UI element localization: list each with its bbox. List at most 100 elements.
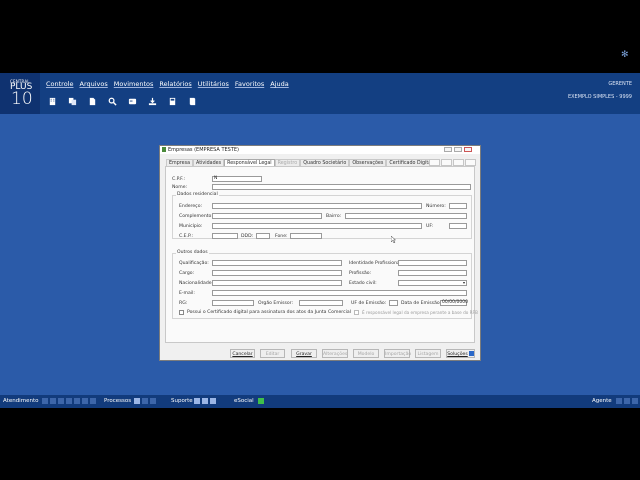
next-record-button[interactable] xyxy=(453,159,464,166)
cpf-input[interactable]: N xyxy=(212,176,262,182)
logo-line3: 10 xyxy=(11,89,33,109)
endereco-label: Endereço: xyxy=(179,204,203,209)
nacionalidade-input[interactable] xyxy=(212,280,342,286)
complemento-label: Complemento: xyxy=(179,214,213,219)
uf-label: UF: xyxy=(426,224,434,229)
user-role: GERENTE xyxy=(608,81,632,87)
status-bar: Atendimento Processos Suporte eSocial Ag… xyxy=(0,395,640,408)
menu-utilitarios[interactable]: Utilitários xyxy=(198,80,229,88)
first-record-button[interactable] xyxy=(429,159,440,166)
main-menu: Controle Arquivos Movimentos Relatórios … xyxy=(46,80,289,88)
solucoes-button[interactable]: Soluções xyxy=(446,349,475,358)
cpf-label: C.P.F.: xyxy=(172,177,186,182)
help-icon xyxy=(468,351,474,356)
menu-arquivos[interactable]: Arquivos xyxy=(80,80,108,88)
prev-record-button[interactable] xyxy=(441,159,452,166)
status-agente[interactable]: Agente xyxy=(592,398,612,404)
outros-dados-title: Outros dados xyxy=(176,250,209,255)
listagem-button[interactable]: Listagem xyxy=(415,349,441,358)
status-suporte[interactable]: Suporte xyxy=(171,398,193,404)
dialog-title: Empresas (EMPRESA TESTE) xyxy=(168,147,239,153)
rg-input[interactable] xyxy=(212,300,254,306)
toolbar xyxy=(46,95,199,108)
settings-gear-icon[interactable]: ✻ xyxy=(621,50,629,60)
bairro-input[interactable] xyxy=(345,213,467,219)
copy-icon[interactable] xyxy=(66,95,79,108)
data-emissao-input[interactable]: 00/00/0000 xyxy=(440,300,468,306)
tab-page-responsavel-legal: C.P.F.: N Nome: Dados residencial Endere… xyxy=(165,166,478,343)
municipio-input[interactable] xyxy=(212,223,422,229)
solucoes-label: Soluções xyxy=(447,352,468,357)
menu-favoritos[interactable]: Favoritos xyxy=(235,80,264,88)
last-record-button[interactable] xyxy=(465,159,476,166)
search-icon[interactable] xyxy=(106,95,119,108)
uf-input[interactable] xyxy=(449,223,467,229)
numero-input[interactable] xyxy=(449,203,467,209)
cargo-label: Cargo: xyxy=(179,271,195,276)
email-input[interactable] xyxy=(212,290,467,296)
numero-label: Número: xyxy=(426,204,446,209)
identidade-input[interactable] xyxy=(398,260,467,266)
maximize-button[interactable] xyxy=(454,147,462,152)
status-atendimento[interactable]: Atendimento xyxy=(3,398,38,404)
profissao-input[interactable] xyxy=(398,270,467,276)
complemento-input[interactable] xyxy=(212,213,322,219)
menu-ajuda[interactable]: Ajuda xyxy=(270,80,288,88)
profissao-label: Profissão: xyxy=(349,271,372,276)
email-label: E-mail: xyxy=(179,291,195,296)
nacionalidade-label: Nacionalidade: xyxy=(179,281,214,286)
endereco-input[interactable] xyxy=(212,203,422,209)
mouse-cursor-icon xyxy=(391,236,396,243)
importacao-button[interactable]: Importação xyxy=(384,349,411,358)
estado-civil-label: Estado civil: xyxy=(349,281,377,286)
cancelar-button[interactable]: Cancelar xyxy=(230,349,255,358)
dialog-footer: Cancelar Editar Gravar Alterações Modelo… xyxy=(160,349,480,359)
orgao-emissor-input[interactable] xyxy=(299,300,343,306)
company-code: - 9999 xyxy=(615,94,632,100)
agente-indicators xyxy=(614,398,638,405)
document-icon[interactable] xyxy=(86,95,99,108)
menu-movimentos[interactable]: Movimentos xyxy=(114,80,154,88)
calculator-icon[interactable] xyxy=(166,95,179,108)
identidade-label: Identidade Profissional: xyxy=(349,261,403,266)
cep-label: C.E.P.: xyxy=(179,234,194,239)
building-icon[interactable] xyxy=(46,95,59,108)
menu-relatorios[interactable]: Relatórios xyxy=(159,80,191,88)
book-icon[interactable] xyxy=(186,95,199,108)
download-icon[interactable] xyxy=(146,95,159,108)
estado-civil-select[interactable]: ▾ xyxy=(398,280,467,286)
record-navigation xyxy=(429,159,476,166)
responsavel-rfb-checkbox[interactable] xyxy=(354,310,359,315)
chevron-down-icon: ▾ xyxy=(462,280,465,285)
responsavel-rfb-check-label: É responsável legal da empresa perante a… xyxy=(362,310,478,315)
minimize-button[interactable] xyxy=(444,147,452,152)
close-button[interactable] xyxy=(464,147,472,152)
municipio-label: Município: xyxy=(179,224,203,229)
certificado-digital-checkbox[interactable] xyxy=(179,310,184,315)
data-emissao-label: Data de Emissão: xyxy=(401,301,442,306)
cargo-input[interactable] xyxy=(212,270,342,276)
app-logo: CENTRAL PLUS 10 xyxy=(0,73,40,114)
editar-button[interactable]: Editar xyxy=(260,349,285,358)
fone-label: Fone: xyxy=(275,234,288,239)
certificado-digital-check-label: Possui o Certificado digital para assina… xyxy=(187,310,351,315)
status-processos[interactable]: Processos xyxy=(104,398,131,404)
card-icon[interactable] xyxy=(126,95,139,108)
bairro-label: Bairro: xyxy=(326,214,342,219)
status-esocial[interactable]: eSocial xyxy=(234,398,254,404)
empresas-dialog: Empresas (EMPRESA TESTE) Empresa Ativida… xyxy=(159,145,481,361)
alteracoes-button[interactable]: Alterações xyxy=(322,349,348,358)
nome-input[interactable] xyxy=(212,184,471,190)
ddd-input[interactable] xyxy=(256,233,270,239)
cep-input[interactable] xyxy=(212,233,238,239)
modelo-button[interactable]: Modelo xyxy=(353,349,379,358)
fone-input[interactable] xyxy=(290,233,322,239)
uf-emissao-input[interactable] xyxy=(389,300,398,306)
suporte-indicators xyxy=(192,398,216,405)
qualificacao-input[interactable] xyxy=(212,260,342,266)
company-name: EXEMPLO SIMPLES xyxy=(567,94,615,100)
user-area: GERENTE EXEMPLO SIMPLES - 9999 xyxy=(568,81,632,107)
gravar-button[interactable]: Gravar xyxy=(291,349,317,358)
menu-controle[interactable]: Controle xyxy=(46,80,74,88)
rg-label: RG: xyxy=(179,301,188,306)
